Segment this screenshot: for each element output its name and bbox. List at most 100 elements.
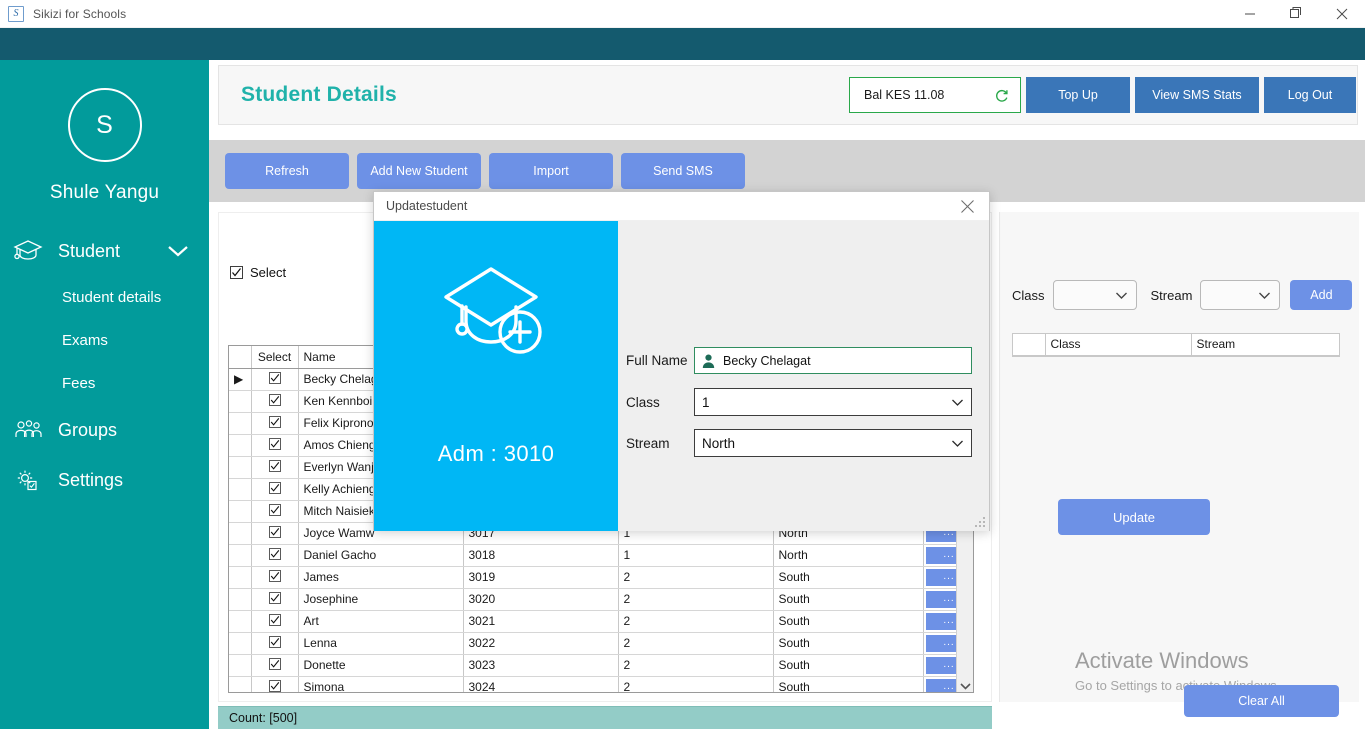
checkbox-icon	[268, 614, 281, 626]
row-select-checkbox[interactable]	[251, 566, 299, 589]
row-select-checkbox[interactable]	[251, 412, 299, 435]
window-title: Sikizi for Schools	[33, 6, 127, 21]
clear-all-button[interactable]: Clear All	[1184, 685, 1339, 717]
class-stream-panel: Class Stream Add Class Stream	[999, 212, 1359, 702]
sidebar-item-label: Groups	[58, 419, 118, 440]
send-sms-button[interactable]: Send SMS	[621, 153, 745, 189]
graduation-cap-add-icon	[436, 259, 556, 374]
cell-stream: South	[773, 588, 924, 611]
row-select-checkbox[interactable]	[251, 676, 299, 692]
class-stream-table: Class Stream	[1013, 334, 1340, 356]
cell-name: Simona	[298, 676, 464, 692]
row-select-checkbox[interactable]	[251, 544, 299, 567]
row-select-checkbox[interactable]	[251, 654, 299, 677]
cell-adm: 3022	[463, 632, 619, 655]
scroll-down-icon[interactable]	[957, 677, 973, 692]
row-select-checkbox[interactable]	[251, 456, 299, 479]
balance-label: Bal KES 11.08	[864, 88, 945, 102]
table-row[interactable]: Daniel Gacho 3018 1 North...	[229, 544, 973, 567]
row-select-checkbox[interactable]	[251, 390, 299, 413]
sidebar-item-exams[interactable]: Exams	[0, 319, 209, 362]
column-header-select[interactable]: Select	[251, 346, 299, 369]
person-icon	[702, 354, 715, 368]
chevron-down-icon[interactable]	[167, 244, 189, 258]
column-header-class[interactable]: Class	[1045, 334, 1192, 356]
row-indicator	[229, 654, 252, 677]
row-select-checkbox[interactable]	[251, 368, 299, 391]
checkbox-icon	[268, 482, 281, 494]
chevron-down-icon	[951, 439, 964, 448]
top-accent-bar	[0, 28, 1365, 60]
row-select-checkbox[interactable]	[251, 478, 299, 501]
stream-dropdown[interactable]: North	[694, 429, 972, 457]
row-select-checkbox[interactable]	[251, 500, 299, 523]
cell-name: Donette	[298, 654, 464, 677]
class-dropdown-value: 1	[702, 394, 710, 410]
avatar: S	[67, 88, 142, 162]
log-out-button[interactable]: Log Out	[1264, 77, 1356, 113]
table-row[interactable]: Donette 3023 2 South...	[229, 654, 973, 677]
table-row[interactable]: James 3019 2 South...	[229, 566, 973, 589]
add-new-student-button[interactable]: Add New Student	[357, 153, 481, 189]
top-up-button[interactable]: Top Up	[1026, 77, 1130, 113]
class-select[interactable]	[1052, 280, 1137, 310]
row-indicator	[229, 632, 252, 655]
close-icon[interactable]	[945, 192, 989, 221]
column-header-indicator[interactable]	[1013, 334, 1046, 356]
row-select-checkbox[interactable]	[251, 632, 299, 655]
refresh-button[interactable]: Refresh	[225, 153, 349, 189]
sidebar-nav: Student Student details Exams Fees Group…	[0, 226, 209, 505]
view-sms-stats-button[interactable]: View SMS Stats	[1135, 77, 1259, 113]
cell-stream: South	[773, 676, 924, 692]
sidebar-item-label: Settings	[58, 469, 124, 490]
application-window: S Sikizi for Schools S Shule Yangu Stude…	[0, 0, 1365, 729]
resize-grip-icon[interactable]	[975, 517, 986, 528]
row-select-checkbox[interactable]	[251, 434, 299, 457]
column-header-stream[interactable]: Stream	[1191, 334, 1340, 356]
select-all-label: Select	[250, 264, 287, 280]
sidebar-item-groups[interactable]: Groups	[0, 405, 209, 455]
maximize-icon[interactable]	[1273, 0, 1319, 28]
row-indicator	[229, 434, 252, 457]
refresh-icon[interactable]	[994, 88, 1009, 103]
cell-class: 2	[618, 632, 774, 655]
chevron-down-icon	[1258, 291, 1271, 300]
minimize-icon[interactable]	[1227, 0, 1273, 28]
table-row[interactable]: Art 3021 2 South...	[229, 610, 973, 633]
checkbox-icon	[268, 680, 281, 692]
checkbox-icon	[268, 460, 281, 472]
sidebar-item-settings[interactable]: Settings	[0, 455, 209, 505]
sidebar-item-fees[interactable]: Fees	[0, 362, 209, 405]
close-icon[interactable]	[1319, 0, 1365, 28]
cell-name: Lenna	[298, 632, 464, 655]
dialog-hero-panel: Adm : 3010	[374, 221, 618, 531]
full-name-field[interactable]: Becky Chelagat	[694, 347, 972, 374]
cell-stream: South	[773, 566, 924, 589]
sidebar: S Shule Yangu Student Student details Ex…	[0, 60, 209, 729]
checkbox-icon	[268, 570, 281, 582]
cell-adm: 3023	[463, 654, 619, 677]
row-select-checkbox[interactable]	[251, 610, 299, 633]
graduation-cap-icon	[13, 237, 47, 265]
row-select-checkbox[interactable]	[251, 522, 299, 545]
balance-box[interactable]: Bal KES 11.08	[849, 77, 1021, 113]
cell-name: James	[298, 566, 464, 589]
class-row: Class 1	[626, 388, 972, 416]
row-select-checkbox[interactable]	[251, 588, 299, 611]
class-dropdown[interactable]: 1	[694, 388, 972, 416]
update-button[interactable]: Update	[1058, 499, 1210, 535]
table-row[interactable]: Josephine 3020 2 South...	[229, 588, 973, 611]
sidebar-item-student[interactable]: Student	[0, 226, 209, 276]
table-row[interactable]: Simona 3024 2 South...	[229, 676, 973, 692]
table-row[interactable]: Lenna 3022 2 South...	[229, 632, 973, 655]
sidebar-item-student-details[interactable]: Student details	[0, 276, 209, 319]
stream-select[interactable]	[1200, 280, 1281, 310]
column-header-indicator[interactable]	[229, 346, 252, 369]
import-button[interactable]: Import	[489, 153, 613, 189]
dialog-title: Updatestudent	[386, 199, 468, 213]
checkbox-icon	[268, 548, 281, 560]
dialog-title-bar: Updatestudent	[374, 192, 989, 221]
stream-filter-label: Stream	[1150, 287, 1193, 303]
cell-adm: 3020	[463, 588, 619, 611]
add-button[interactable]: Add	[1290, 280, 1353, 310]
